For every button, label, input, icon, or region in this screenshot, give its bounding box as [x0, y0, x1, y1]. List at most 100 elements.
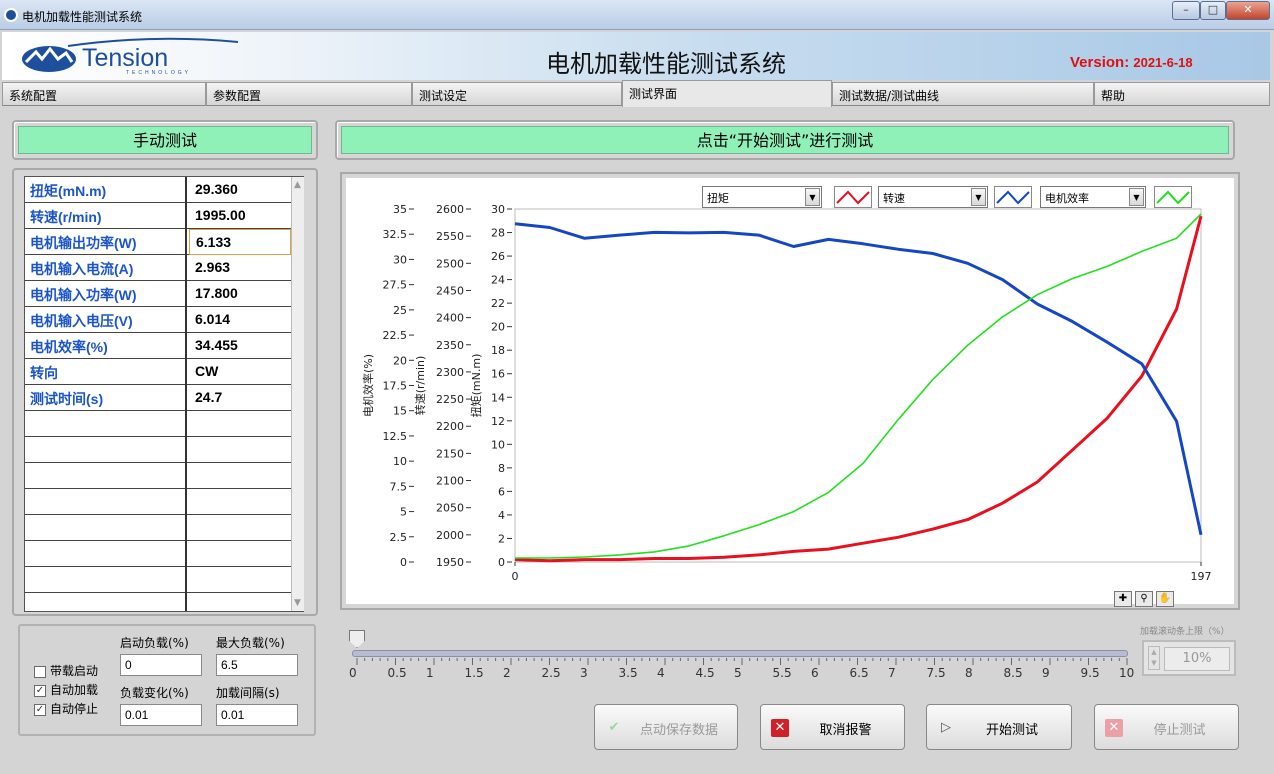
table-row [25, 489, 291, 515]
version-info: Version: 2021-6-18 [1070, 54, 1193, 71]
maximize-button[interactable]: □ [1200, 1, 1226, 20]
load-slider-thumb[interactable] [349, 630, 365, 648]
slider-tick-label: 3 [580, 666, 588, 680]
y-tick-label: 20 [393, 354, 407, 367]
table-row: 电机输出功率(W) 6.133 [25, 229, 291, 255]
y-tick-label: 4 [498, 509, 505, 522]
slider-tick-label: 4 [657, 666, 665, 680]
y-tick-label: 27.5 [383, 279, 408, 292]
tab-test-interface[interactable]: 测试界面 [622, 80, 832, 107]
scroll-limit-label: 加载滚动条上限（%） [1140, 627, 1230, 637]
tab-test-settings[interactable]: 测试设定 [412, 82, 622, 106]
loaded-start-label: 带载启动 [50, 664, 99, 678]
y-tick-label: 0 [498, 556, 505, 569]
reading-label: 转向 [25, 359, 187, 385]
slider-tick-label: 4.5 [695, 666, 715, 680]
readings-table: 扭矩(mN.m) 29.360 转速(r/min) 1995.00 电机输出功率(W… [24, 176, 304, 612]
table-row: 电机输入电流(A) 2.963 [25, 255, 291, 281]
reading-value: 2.963 [195, 259, 231, 275]
version-label: Version: [1070, 54, 1130, 71]
reading-value: CW [195, 363, 219, 379]
table-row: 扭矩(mN.m) 29.360 [25, 177, 291, 203]
logo-text: Tension [82, 44, 168, 72]
max-load-input[interactable]: 6.5 [216, 654, 298, 676]
spinner-arrows-icon[interactable]: ▲ ▼ [1148, 646, 1160, 670]
stop-test-button[interactable]: ✕ 停止测试 [1094, 704, 1239, 750]
y-tick-label: 20 [491, 321, 505, 334]
auto-load-checkbox[interactable]: ✓ [34, 685, 46, 697]
tab-param-config[interactable]: 参数配置 [206, 82, 412, 106]
load-settings-panel: 启动负载(%) 0 最大负载(%) 6.5 负载变化(%) 0.01 加载间隔(… [18, 624, 316, 736]
status-message: 点击“开始测试”进行测试 [341, 126, 1229, 154]
y-tick-label: 22.5 [383, 329, 408, 342]
tab-system-config[interactable]: 系统配置 [2, 82, 206, 106]
load-change-input[interactable]: 0.01 [120, 704, 202, 726]
y-tick-label: 5 [400, 506, 407, 519]
reading-label: 电机输入电流(A) [25, 255, 187, 281]
y-tick-label: 17.5 [383, 380, 408, 393]
crosshair-tool-icon[interactable]: ✚ [1114, 591, 1132, 607]
y-tick-label: 1950 [436, 556, 464, 569]
app-header: Tension TECHNOLOGY 电机加载性能测试系统 Version: 2… [2, 32, 1270, 80]
y-tick-label: 10 [393, 455, 407, 468]
chart-panel: 扭矩 ▼ 转速 ▼ 电机效率 ▼ 0 2.5 5 7.5 10 12.5 15 17.5 20 22.5… [340, 172, 1240, 610]
y-tick-label: 8 [498, 462, 505, 475]
y-axis-label: 转速(r/min) [413, 356, 427, 416]
reading-value: 6.133 [189, 229, 291, 255]
zoom-tool-icon[interactable]: ⚲ [1135, 591, 1153, 607]
cancel-alarm-button[interactable]: ✕ 取消报警 [760, 704, 905, 750]
y-tick-label: 2450 [436, 284, 464, 297]
readings-panel: 扭矩(mN.m) 29.360 转速(r/min) 1995.00 电机输出功率(W… [12, 168, 318, 616]
manual-test-header: 手动测试 [12, 120, 318, 160]
scroll-limit-value[interactable]: 10% [1164, 647, 1230, 671]
line-chart: 02.557.51012.51517.52022.52527.53032.535… [361, 203, 1212, 583]
slider-tick-label: 2.5 [541, 666, 561, 680]
scroll-limit-spinner[interactable]: ▲ ▼ 10% [1142, 640, 1236, 676]
start-load-input[interactable]: 0 [120, 654, 202, 676]
x-tick-label: 0 [512, 570, 519, 583]
header-title: 电机加载性能测试系统 [546, 50, 786, 78]
reading-label: 电机输入电压(V) [25, 307, 187, 333]
table-row [25, 515, 291, 541]
reading-value: 6.014 [195, 311, 231, 327]
slider-tick-label: 3.5 [618, 666, 638, 680]
slider-tick-label: 5 [734, 666, 742, 680]
reading-label: 电机效率(%) [25, 333, 187, 359]
y-tick-label: 12 [491, 415, 505, 428]
reading-value: 34.455 [195, 337, 238, 353]
reading-label: 扭矩(mN.m) [25, 177, 187, 203]
close-button[interactable]: ✕ [1226, 1, 1270, 20]
pan-hand-icon[interactable]: ✋ [1156, 591, 1174, 607]
slider-tick-label: 6 [811, 666, 819, 680]
reading-label: 电机输入功率(W) [25, 281, 187, 307]
y-tick-label: 35 [393, 203, 407, 216]
scroll-up-icon[interactable]: ▲ [294, 180, 301, 190]
start-test-button[interactable]: ▷ 开始测试 [926, 704, 1072, 750]
version-value: 2021-6-18 [1133, 55, 1193, 70]
minimize-button[interactable]: – [1172, 1, 1200, 20]
slider-tick-label: 8 [965, 666, 973, 680]
tab-test-data-curve[interactable]: 测试数据/测试曲线 [832, 82, 1094, 106]
table-row [25, 541, 291, 567]
save-data-label: 点动保存数据 [639, 723, 718, 738]
slider-tick-label: 5.5 [772, 666, 792, 680]
load-interval-input[interactable]: 0.01 [216, 704, 298, 726]
slider-tick-label: 1 [426, 666, 434, 680]
scroll-down-icon[interactable]: ▼ [294, 598, 301, 608]
table-row: 转向 CW [25, 359, 291, 385]
y-tick-label: 6 [498, 485, 505, 498]
table-scrollbar[interactable]: ▲ ▼ [291, 177, 304, 611]
table-row [25, 437, 291, 463]
table-row: 电机输入电压(V) 6.014 [25, 307, 291, 333]
y-tick-label: 28 [491, 227, 505, 240]
table-row [25, 463, 291, 489]
y-tick-label: 22 [491, 297, 505, 310]
loaded-start-checkbox[interactable] [34, 666, 46, 678]
y-tick-label: 30 [491, 203, 505, 216]
tab-help[interactable]: 帮助 [1094, 82, 1270, 106]
save-data-button[interactable]: ✔ 点动保存数据 [594, 704, 738, 750]
chart-area: 扭矩 ▼ 转速 ▼ 电机效率 ▼ 0 2.5 5 7.5 10 12.5 15 17.5 20 22.5… [346, 178, 1234, 607]
table-row [25, 567, 291, 593]
y-tick-label: 2400 [436, 312, 464, 325]
auto-stop-checkbox[interactable]: ✓ [34, 704, 46, 716]
